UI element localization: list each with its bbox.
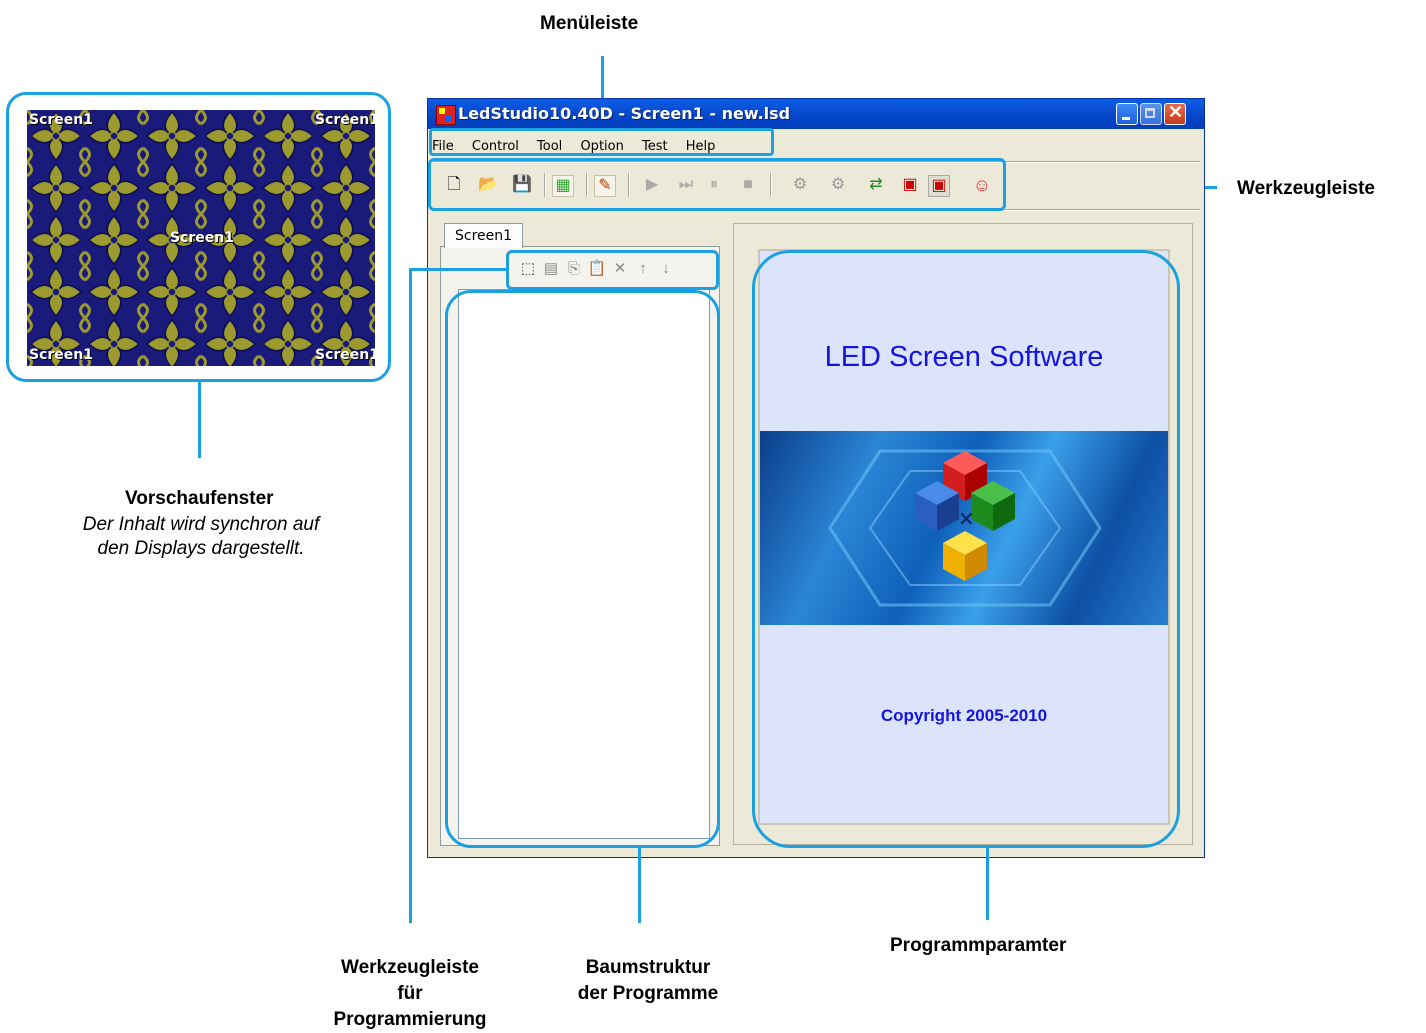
- close-icon: ✕: [1168, 102, 1184, 122]
- close-button[interactable]: ✕: [1164, 102, 1186, 125]
- tree-connector: [638, 848, 641, 923]
- preview-callout-desc: Der Inhalt wird synchron auf den Display…: [36, 513, 366, 561]
- preview-callout-title: Vorschaufenster: [125, 488, 274, 509]
- prog-toolbar-callout: Werkzeugleiste für Programmierung: [300, 955, 520, 1033]
- maximize-button[interactable]: [1140, 103, 1162, 125]
- menu-callout: Menüleiste: [540, 13, 639, 34]
- menu-highlight: [429, 128, 774, 156]
- callout-line: Baumstruktur: [585, 957, 711, 978]
- preview-highlight: [6, 92, 391, 382]
- prog-toolbar-connector-h: [409, 268, 509, 271]
- callout-line: für: [397, 983, 423, 1004]
- preview-desc-line: Der Inhalt wird synchron auf: [82, 514, 320, 535]
- minimize-button[interactable]: [1116, 103, 1138, 125]
- app-icon: [436, 105, 456, 125]
- params-connector: [986, 848, 989, 920]
- params-callout: Programmparamter: [890, 935, 1067, 956]
- preview-connector: [198, 382, 201, 458]
- tree-callout: Baumstruktur der Programme: [548, 955, 748, 1007]
- toolbar-callout: Werkzeugleiste: [1237, 178, 1375, 199]
- preview-desc-line: den Displays dargestellt.: [97, 538, 305, 559]
- title-bar[interactable]: LedStudio10.40D - Screen1 - new.lsd ✕: [428, 99, 1204, 129]
- callout-line: der Programme: [577, 983, 719, 1004]
- params-highlight: [752, 250, 1180, 848]
- callout-line: Programmierung: [333, 1009, 487, 1030]
- program-toolbar-highlight: [506, 250, 719, 290]
- prog-toolbar-connector-v: [409, 268, 412, 923]
- toolbar-highlight: [428, 158, 1006, 211]
- tab-screen1[interactable]: Screen1: [444, 223, 524, 248]
- callout-line: Werkzeugleiste: [341, 957, 479, 978]
- tree-highlight: [445, 290, 720, 848]
- window-title: LedStudio10.40D - Screen1 - new.lsd: [458, 104, 791, 123]
